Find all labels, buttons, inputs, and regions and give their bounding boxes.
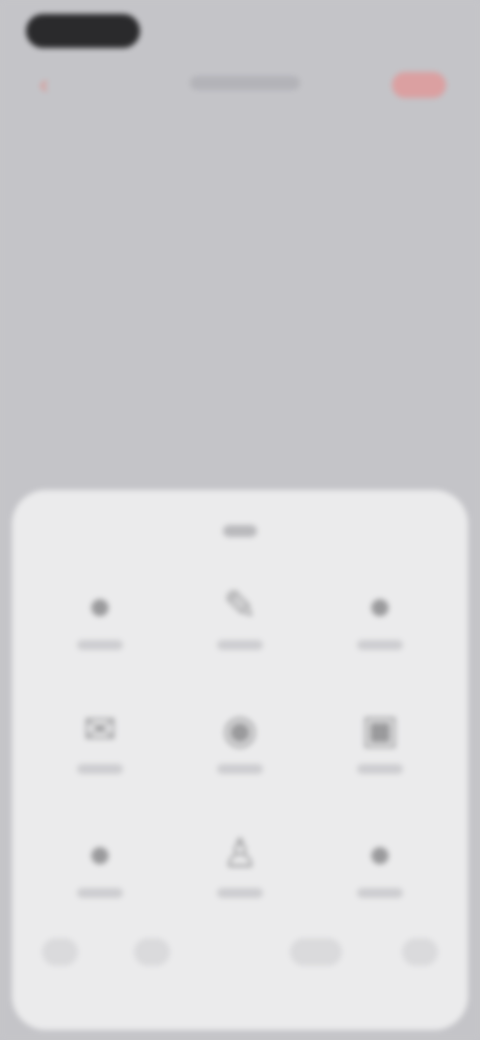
note-icon: ▣ (361, 708, 399, 752)
action-label-6 (357, 764, 403, 774)
bottom-control-4[interactable] (402, 938, 438, 966)
mail-icon: ✉ (83, 708, 117, 752)
action-tile-1[interactable]: ● (30, 568, 170, 692)
action-tile-7[interactable]: ● (30, 816, 170, 940)
action-label-3 (357, 640, 403, 650)
action-tile-5[interactable]: ◉ (170, 692, 310, 816)
action-sheet: ● ✎ ● ✉ ◉ ▣ ● ♙ ● (12, 490, 468, 1030)
bottom-control-2[interactable] (134, 938, 170, 966)
circle-icon: ● (87, 832, 113, 876)
sheet-title (12, 524, 468, 542)
action-label-2 (217, 640, 263, 650)
action-tile-6[interactable]: ▣ (310, 692, 450, 816)
action-tile-8[interactable]: ♙ (170, 816, 310, 940)
action-label-4 (77, 764, 123, 774)
nav-bar: ‹ (0, 68, 480, 108)
action-label-5 (217, 764, 263, 774)
sheet-title-text (223, 525, 257, 537)
bottom-control-1[interactable] (42, 938, 78, 966)
action-tile-3[interactable]: ● (310, 568, 450, 692)
action-tile-2[interactable]: ✎ (170, 568, 310, 692)
action-tile-9[interactable]: ● (310, 816, 450, 940)
chevron-left-icon[interactable]: ‹ (30, 70, 58, 98)
pencil-icon: ✎ (223, 584, 257, 628)
action-label-1 (77, 640, 123, 650)
action-label-8 (217, 888, 263, 898)
circle-icon: ● (367, 832, 393, 876)
person-icon: ♙ (222, 832, 258, 876)
action-label-7 (77, 888, 123, 898)
action-label-9 (357, 888, 403, 898)
status-pill (26, 14, 140, 48)
circle-icon: ● (87, 584, 113, 628)
sheet-bottom-row (42, 938, 438, 968)
action-tile-4[interactable]: ✉ (30, 692, 170, 816)
message-icon: ◉ (222, 708, 258, 752)
action-grid: ● ✎ ● ✉ ◉ ▣ ● ♙ ● (30, 568, 450, 928)
nav-action-button[interactable] (392, 72, 446, 98)
circle-icon: ● (367, 584, 393, 628)
screen: ‹ ● ✎ ● ✉ ◉ ▣ ● ♙ ● (0, 0, 480, 1040)
nav-title (190, 76, 300, 90)
bottom-control-3[interactable] (290, 938, 342, 966)
